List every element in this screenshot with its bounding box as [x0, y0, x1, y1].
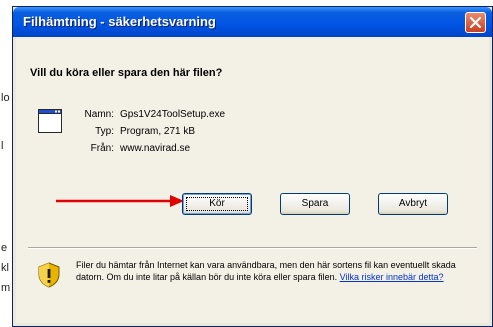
save-button[interactable]: Spara	[280, 193, 350, 215]
file-type-value: Program, 271 kB	[120, 126, 196, 137]
close-icon	[469, 16, 482, 29]
dialog-body: Vill du köra eller spara den här filen? …	[16, 37, 489, 323]
background-text-fragment: kl	[1, 262, 9, 274]
file-source-row: Från: www.navirad.se	[64, 143, 190, 154]
file-name-row: Namn: Gps1V24ToolSetup.exe	[64, 109, 226, 120]
risks-link[interactable]: Vilka risker innebär detta?	[340, 272, 444, 282]
file-name-label: Namn:	[84, 109, 114, 120]
file-name-value: Gps1V24ToolSetup.exe	[120, 109, 226, 120]
dialog-question: Vill du köra eller spara den här filen?	[30, 67, 223, 79]
download-security-warning-dialog: Filhämtning - säkerhetsvarning Vill du k…	[12, 6, 493, 327]
file-source-value: www.navirad.se	[120, 143, 191, 154]
cancel-button-label: Avbryt	[398, 198, 428, 209]
warning-shield-icon	[38, 262, 60, 288]
file-source-label: Från:	[90, 143, 114, 154]
background-text-fragment: m	[1, 282, 11, 294]
close-button[interactable]	[465, 12, 486, 33]
file-type-row: Typ: Program, 271 kB	[64, 126, 195, 137]
dialog-title: Filhämtning - säkerhetsvarning	[23, 14, 216, 29]
program-file-icon	[38, 109, 62, 133]
file-type-label: Typ:	[95, 126, 114, 137]
background-text-fragment: e	[1, 242, 8, 254]
background-text-fragment: l	[1, 140, 4, 152]
separator	[28, 247, 477, 249]
red-arrow-annotation	[56, 195, 184, 207]
security-warning-text: Filer du hämtar från Internet kan vara a…	[76, 259, 486, 283]
focus-ring	[186, 197, 248, 211]
cancel-button[interactable]: Avbryt	[378, 193, 448, 215]
background-text-fragment: lo	[1, 92, 10, 104]
title-bar[interactable]: Filhämtning - säkerhetsvarning	[13, 7, 492, 37]
save-button-label: Spara	[301, 198, 329, 209]
run-button[interactable]: Kör	[182, 193, 252, 215]
